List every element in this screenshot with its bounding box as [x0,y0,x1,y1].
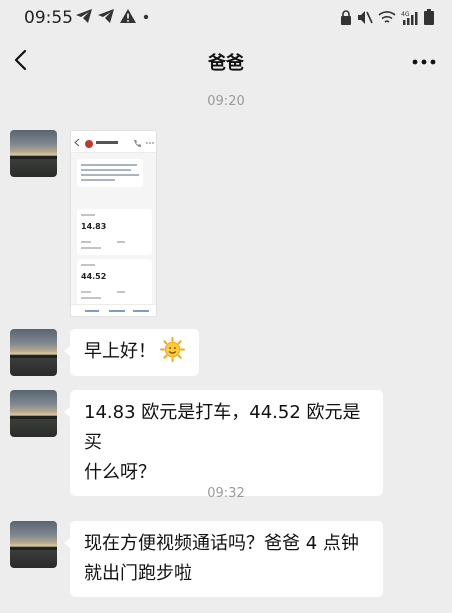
thumbnail-amount: 14.83 [81,222,107,231]
contact-avatar[interactable] [10,390,57,437]
status-bar: 09:55 4G [0,0,452,36]
message-line: 什么呀？ [84,462,156,483]
contact-avatar[interactable] [10,521,57,568]
thumbnail-transaction-card: 44.52 [77,259,152,305]
message-line: 就出门跑步啦 [84,563,192,584]
lock-icon [341,9,351,25]
message-bubble[interactable]: 现在方便视频通话吗？爸爸 4 点钟 就出门跑步啦 [64,521,383,597]
mute-icon [358,10,373,24]
thumbnail-phone-icon [134,140,141,147]
image-message-thumbnail[interactable]: 14.83 44.52 [70,130,157,317]
message-bubble[interactable]: 早上好！ [64,329,199,376]
thumbnail-amount: 44.52 [81,272,107,281]
thumbnail-bottom-bar [71,304,156,316]
thumbnail-transaction-card: 14.83 [77,209,152,255]
system-icons: 4G [340,9,434,25]
thumbnail-message [77,159,143,187]
bank-logo-icon [85,140,93,148]
notification-icons [76,9,150,23]
alert-triangle-icon [120,9,136,23]
battery-icon [424,9,434,25]
dot-icon [143,14,149,20]
network-label: 4G [401,11,410,18]
telegram-icon [76,9,92,23]
telegram-icon [98,9,114,23]
sun-face-emoji-icon [160,337,185,362]
status-time: 09:55 [24,8,73,28]
nav-bar: 爸爸 [0,36,452,86]
thumbnail-back-icon [74,139,80,146]
wifi-icon [378,10,396,23]
message-timestamp: 09:32 [207,486,245,501]
message-bubble[interactable]: 14.83 欧元是打车，44.52 欧元是买 什么呀？ [64,390,383,496]
message-line: 14.83 欧元是打车，44.52 欧元是买 [84,402,361,453]
message-timestamp: 09:20 [207,94,245,109]
contact-avatar[interactable] [10,130,57,177]
contact-avatar[interactable] [10,329,57,376]
4g-signal-icon: 4G [401,11,418,25]
thumbnail-header [71,131,156,153]
thumbnail-menu-icon [146,142,154,144]
chat-title: 爸爸 [208,53,244,74]
message-text: 早上好！ [84,341,156,362]
more-icon[interactable] [410,52,438,72]
message-line: 现在方便视频通话吗？爸爸 4 点钟 [84,533,359,554]
thumbnail-bank-name-line [96,141,118,144]
